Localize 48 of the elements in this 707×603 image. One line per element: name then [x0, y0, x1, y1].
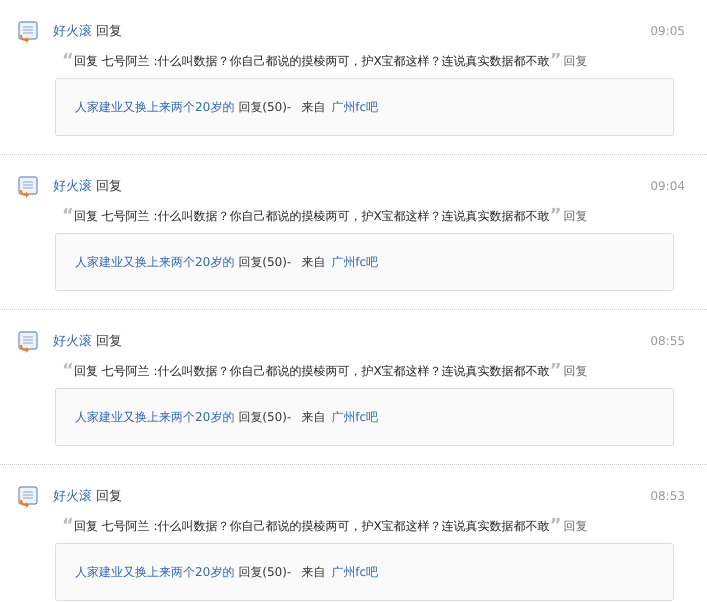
- open-quote-mark: “: [62, 362, 74, 380]
- forum-link[interactable]: 广州fc吧: [331, 563, 378, 581]
- reply-link[interactable]: 回复: [564, 517, 588, 535]
- from-label: 来自: [301, 254, 326, 271]
- thread-title-link[interactable]: 人家建业又换上来两个20岁的: [75, 98, 234, 116]
- thread-title-link[interactable]: 人家建业又换上来两个20岁的: [75, 253, 234, 271]
- timestamp: 08:53: [650, 488, 685, 505]
- action-label: 回复: [96, 178, 122, 196]
- reply-link[interactable]: 回复: [564, 362, 588, 380]
- reply-note-icon: [16, 485, 40, 509]
- from-label: 来自: [301, 99, 326, 116]
- username-link[interactable]: 好火滚: [53, 332, 92, 352]
- reply-count: 回复(50)-: [238, 99, 292, 116]
- close-quote-mark: ”: [550, 517, 562, 535]
- close-quote-mark: ”: [550, 362, 562, 380]
- quote-text: 回复 七号阿兰 :什么叫数据？你自己都说的摸棱两可，护X宝都这样？连说真实数据都不敢: [74, 363, 550, 380]
- quote-text: 回复 七号阿兰 :什么叫数据？你自己都说的摸棱两可，护X宝都这样？连说真实数据都不敢: [74, 208, 550, 225]
- thread-title-link[interactable]: 人家建业又换上来两个20岁的: [75, 563, 234, 581]
- quote-text: 回复 七号阿兰 :什么叫数据？你自己都说的摸棱两可，护X宝都这样？连说真实数据都不敢: [74, 53, 550, 70]
- forum-link[interactable]: 广州fc吧: [331, 408, 378, 426]
- action-label: 回复: [96, 333, 122, 351]
- action-label: 回复: [96, 488, 122, 506]
- open-quote-mark: “: [62, 517, 74, 535]
- timestamp: 08:55: [650, 333, 685, 350]
- close-quote-mark: ”: [550, 52, 562, 70]
- username-link[interactable]: 好火滚: [53, 22, 92, 42]
- reply-count: 回复(50)-: [238, 409, 292, 426]
- reply-count: 回复(50)-: [238, 564, 292, 581]
- reply-note-icon: [16, 20, 40, 44]
- forum-link[interactable]: 广州fc吧: [331, 98, 378, 116]
- reply-link[interactable]: 回复: [564, 52, 588, 70]
- thread-title-link[interactable]: 人家建业又换上来两个20岁的: [75, 408, 234, 426]
- open-quote-mark: “: [62, 52, 74, 70]
- action-label: 回复: [96, 23, 122, 41]
- username-link[interactable]: 好火滚: [53, 487, 92, 506]
- timestamp: 09:05: [650, 23, 685, 40]
- quote-text: 回复 七号阿兰 :什么叫数据？你自己都说的摸棱两可，护X宝都这样？连说真实数据都不敢: [74, 518, 550, 535]
- forum-link[interactable]: 广州fc吧: [331, 253, 378, 271]
- reply-note-icon: [16, 175, 40, 199]
- username-link[interactable]: 好火滚: [53, 177, 92, 196]
- reply-link[interactable]: 回复: [564, 207, 588, 225]
- from-label: 来自: [301, 564, 326, 581]
- close-quote-mark: ”: [550, 207, 562, 225]
- from-label: 来自: [301, 409, 326, 426]
- reply-count: 回复(50)-: [238, 254, 292, 271]
- reply-note-icon: [16, 330, 40, 354]
- timestamp: 09:04: [650, 178, 685, 195]
- open-quote-mark: “: [62, 207, 74, 225]
